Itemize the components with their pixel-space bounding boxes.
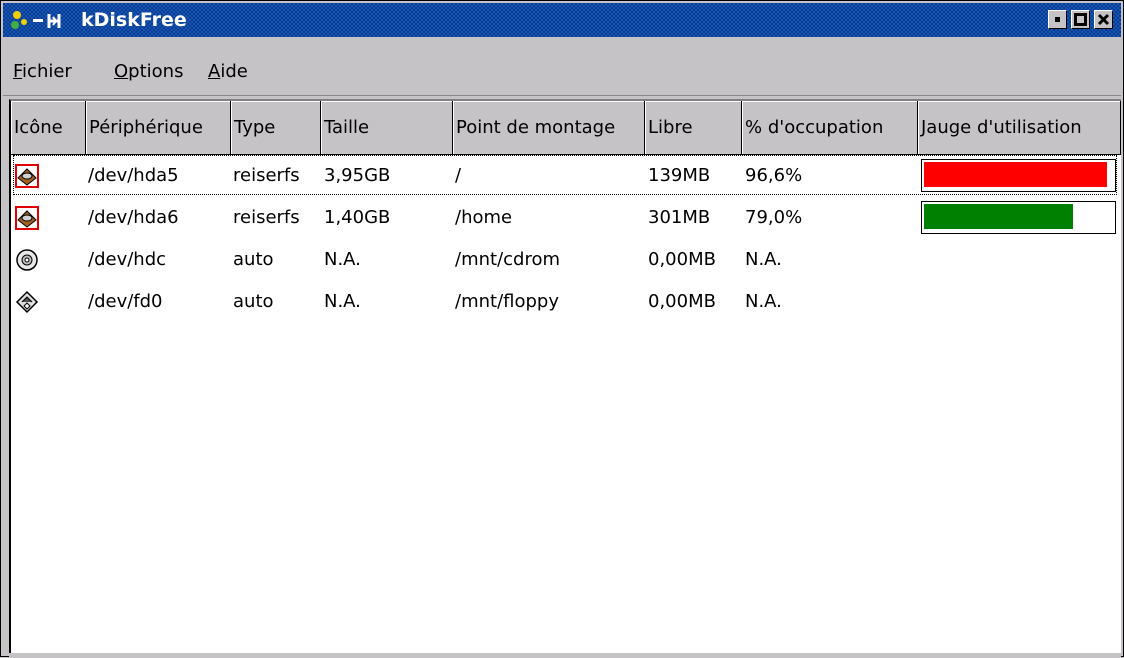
table-row[interactable]: /dev/hda6 reiserfs 1,40GB /home 301MB 79… [11,197,1121,239]
usage-gauge [921,159,1116,192]
cell-mount: / [455,165,462,186]
close-icon [1097,13,1110,26]
table-row[interactable]: /dev/hdc auto N.A. /mnt/cdrom 0,00MB N.A… [11,239,1121,281]
kdiskfree-window: kDiskFree Fichier Options Aide Icône Pér… [0,0,1124,658]
column-header-jauge[interactable]: Jauge d'utilisation [918,101,1121,155]
cell-free: 0,00MB [648,291,716,312]
cell-device: /dev/hda6 [88,207,179,228]
harddisk-icon [15,206,39,230]
cell-type: reiserfs [233,207,300,228]
cell-usage: N.A. [745,291,782,312]
menu-options-label: ptions [128,61,184,82]
column-header-type[interactable]: Type [231,101,321,155]
cell-free: 0,00MB [648,249,716,270]
column-header-icone[interactable]: Icône [11,101,86,155]
cell-mount: /mnt/cdrom [455,249,561,270]
cell-device: /dev/fd0 [88,291,163,312]
cell-usage: 96,6% [745,165,803,186]
column-header-libre[interactable]: Libre [645,101,742,155]
minimize-icon [1055,17,1060,22]
bottom-frame [9,653,1121,658]
menu-aide-accel: A [208,61,221,82]
maximize-icon [1074,13,1087,26]
cell-mount: /home [455,207,513,228]
cell-type: reiserfs [233,165,300,186]
menu-fichier-accel: F [13,61,23,82]
menu-aide[interactable]: Aide [208,60,248,84]
title-bar[interactable]: kDiskFree [3,3,1121,37]
cell-device: /dev/hda5 [88,165,179,186]
cell-size: 1,40GB [324,207,391,228]
cell-free: 139MB [648,165,711,186]
cdrom-icon [16,249,38,271]
cell-type: auto [233,249,274,270]
table-row[interactable]: /dev/hda5 reiserfs 3,95GB / 139MB 96,6% [11,155,1121,197]
usage-gauge-fill [924,204,1073,229]
cell-mount: /mnt/floppy [455,291,559,312]
column-header-peripherique[interactable]: Périphérique [86,101,231,155]
cell-usage: 79,0% [745,207,803,228]
cell-device: /dev/hdc [88,249,167,270]
minimize-button[interactable] [1048,10,1067,29]
table-row[interactable]: /dev/fd0 auto N.A. /mnt/floppy 0,00MB N.… [11,281,1121,323]
cell-size: N.A. [324,291,361,312]
cell-usage: N.A. [745,249,782,270]
menu-aide-label: ide [220,61,248,82]
close-button[interactable] [1094,10,1113,29]
menu-options-accel: O [114,61,129,82]
app-menu-icon[interactable] [9,9,77,33]
harddisk-icon [15,164,39,188]
menu-fichier[interactable]: Fichier [13,60,72,84]
maximize-button[interactable] [1071,10,1090,29]
usage-gauge-fill [924,162,1107,187]
cell-free: 301MB [648,207,711,228]
floppy-icon [15,290,39,314]
cell-size: 3,95GB [324,165,391,186]
cell-type: auto [233,291,274,312]
window-title: kDiskFree [81,9,187,31]
column-header-taille[interactable]: Taille [321,101,453,155]
menu-bar: Fichier Options Aide [3,39,1121,96]
cell-size: N.A. [324,249,361,270]
disk-list[interactable]: Icône Périphérique Type Taille Point de … [9,99,1121,658]
column-header-point-de-montage[interactable]: Point de montage [453,101,645,155]
menu-options[interactable]: Options [114,60,183,84]
menu-fichier-label: ichier [22,61,72,82]
column-header-occupation[interactable]: % d'occupation [742,101,918,155]
usage-gauge [921,201,1116,234]
